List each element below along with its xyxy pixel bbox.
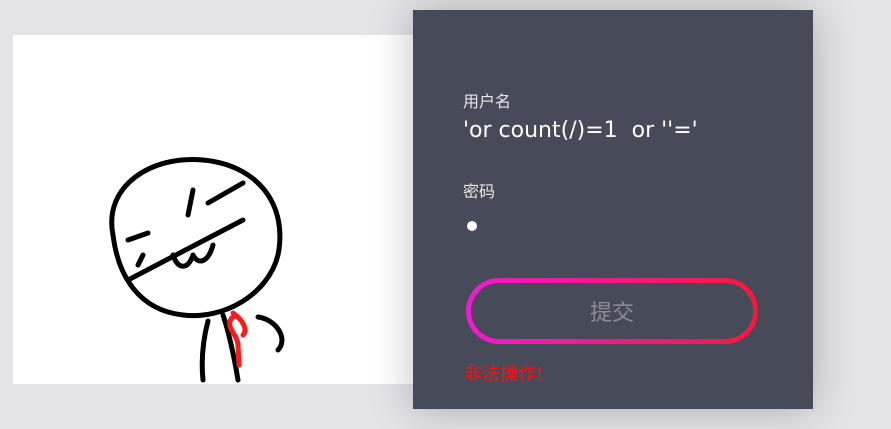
submit-button[interactable]: 提交 [466, 278, 758, 344]
password-label: 密码 [463, 182, 496, 201]
username-input[interactable]: 'or count(/)=1 or ''=' [463, 118, 698, 143]
login-panel: 用户名 'or count(/)=1 or ''=' 密码 提交 非法操作! [413, 10, 813, 409]
password-input[interactable] [467, 221, 477, 231]
submit-button-label: 提交 [471, 283, 753, 339]
error-message: 非法操作! [464, 364, 544, 385]
username-label: 用户名 [463, 92, 512, 111]
image-card [13, 35, 433, 384]
stickman-meme-image [109, 156, 285, 383]
